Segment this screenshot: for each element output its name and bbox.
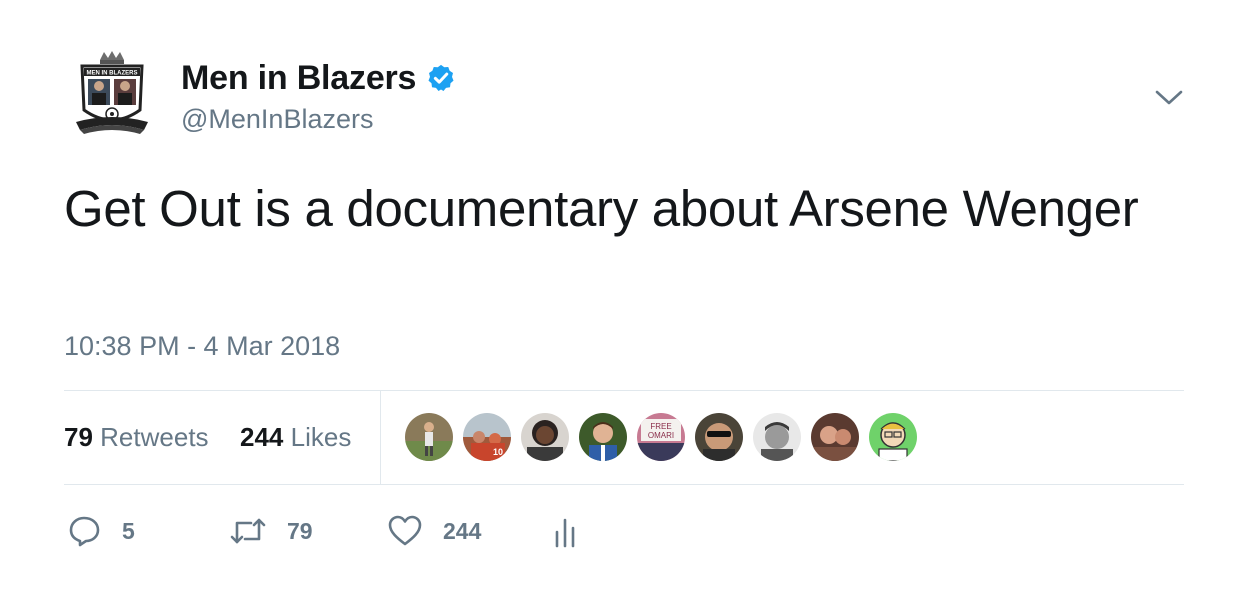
liker-avatar-6[interactable]	[695, 413, 743, 461]
author-name-row[interactable]: Men in Blazers	[181, 56, 456, 100]
liker-avatar-8[interactable]	[811, 413, 859, 461]
chevron-down-icon[interactable]	[1154, 86, 1184, 108]
svg-text:FREE: FREE	[650, 422, 671, 431]
men-in-blazers-logo: MEN IN BLAZERS	[76, 51, 148, 134]
retweet-count: 79	[287, 517, 313, 544]
tweet-card: MEN IN BLAZERS Men in Blazers @MenInBlaz…	[0, 0, 1254, 594]
like-count: 244	[443, 517, 482, 544]
likes-stat[interactable]: 244 Likes	[240, 422, 351, 453]
liker-avatar-1[interactable]	[405, 413, 453, 461]
retweet-button[interactable]: 79	[229, 512, 313, 550]
divider	[64, 390, 1184, 391]
author-handle[interactable]: @MenInBlazers	[181, 104, 373, 135]
divider	[64, 484, 1184, 485]
reply-count: 5	[122, 517, 135, 544]
reply-button[interactable]: 5	[68, 512, 135, 550]
profile-avatar[interactable]: MEN IN BLAZERS	[74, 50, 150, 140]
likes-label: Likes	[290, 422, 352, 452]
analytics-button[interactable]	[553, 512, 579, 550]
tweet-timestamp[interactable]: 10:38 PM - 4 Mar 2018	[64, 331, 340, 362]
liker-avatar-5[interactable]: FREE OMARI	[637, 413, 685, 461]
liker-avatar-9[interactable]	[869, 413, 917, 461]
liker-avatar-3[interactable]	[521, 413, 569, 461]
retweets-count: 79	[64, 422, 93, 452]
svg-text:MEN IN BLAZERS: MEN IN BLAZERS	[87, 71, 138, 77]
liker-avatar-7[interactable]	[753, 413, 801, 461]
retweet-icon	[230, 518, 266, 544]
verified-badge-icon	[426, 63, 456, 93]
svg-text:OMARI: OMARI	[648, 431, 674, 440]
svg-text:10: 10	[493, 447, 503, 457]
tweet-text: Get Out is a documentary about Arsene We…	[64, 180, 1139, 237]
retweets-label: Retweets	[100, 422, 209, 452]
liker-avatar-4[interactable]	[579, 413, 627, 461]
author-display-name[interactable]: Men in Blazers	[181, 59, 416, 98]
reply-icon	[69, 516, 100, 547]
likes-count: 244	[240, 422, 284, 452]
heart-icon	[388, 515, 422, 546]
like-button[interactable]: 244	[387, 512, 481, 550]
stats-divider	[380, 391, 381, 484]
analytics-icon	[555, 518, 575, 548]
liker-avatar-2[interactable]: 10	[463, 413, 511, 461]
retweets-stat[interactable]: 79 Retweets	[64, 422, 209, 453]
